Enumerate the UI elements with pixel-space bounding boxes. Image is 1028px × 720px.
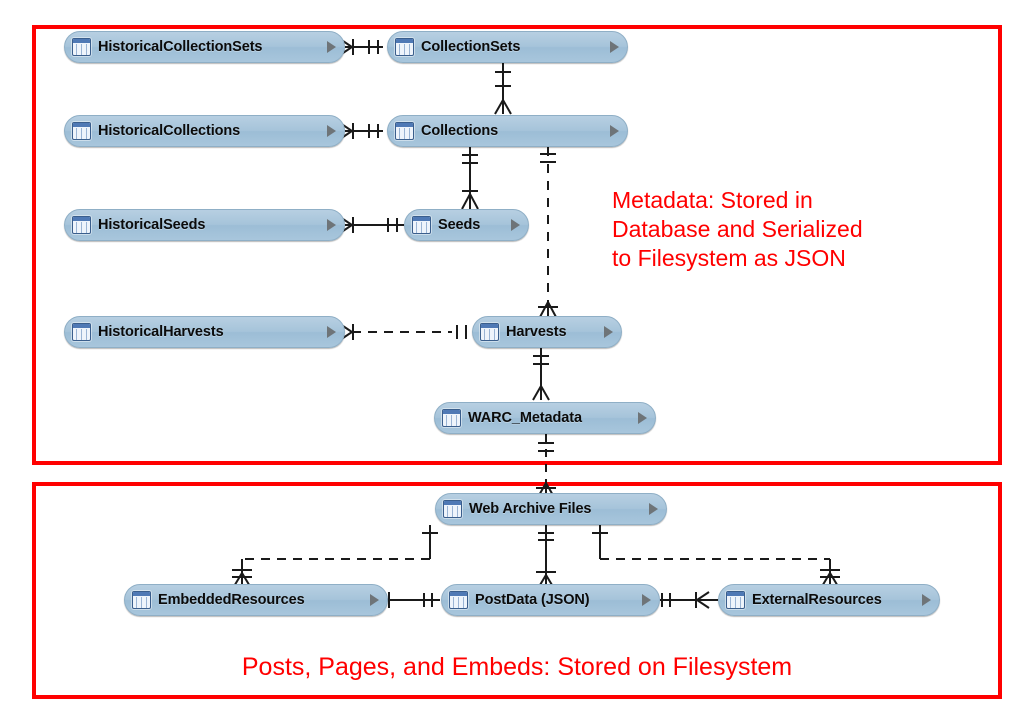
entity-label: WARC_Metadata [468, 410, 582, 426]
table-icon [72, 323, 91, 341]
disclosure-triangle-icon[interactable] [642, 594, 651, 606]
entity-label: HistoricalSeeds [98, 217, 206, 233]
table-icon [72, 122, 91, 140]
disclosure-triangle-icon[interactable] [649, 503, 658, 515]
disclosure-triangle-icon[interactable] [610, 41, 619, 53]
filesystem-annotation-text: Posts, Pages, and Embeds: Stored on File… [241, 653, 793, 681]
table-icon [480, 323, 499, 341]
diagram-canvas: HistoricalCollectionSets CollectionSets … [0, 0, 1028, 720]
disclosure-triangle-icon[interactable] [327, 125, 336, 137]
disclosure-triangle-icon[interactable] [327, 326, 336, 338]
entity-collections[interactable]: Collections [387, 115, 628, 147]
table-icon [72, 216, 91, 234]
entity-harvests[interactable]: Harvests [472, 316, 622, 348]
disclosure-triangle-icon[interactable] [370, 594, 379, 606]
table-icon [72, 38, 91, 56]
disclosure-triangle-icon[interactable] [610, 125, 619, 137]
entity-historical-seeds[interactable]: HistoricalSeeds [64, 209, 345, 241]
entity-external-resources[interactable]: ExternalResources [718, 584, 940, 616]
entity-label: Web Archive Files [469, 501, 592, 517]
disclosure-triangle-icon[interactable] [638, 412, 647, 424]
entity-post-data[interactable]: PostData (JSON) [441, 584, 660, 616]
entity-label: PostData (JSON) [475, 592, 590, 608]
entity-label: Harvests [506, 324, 567, 340]
metadata-annotation-text: Metadata: Stored in Database and Seriali… [612, 187, 863, 271]
entity-embedded-resources[interactable]: EmbeddedResources [124, 584, 388, 616]
table-icon [442, 409, 461, 427]
entity-label: Collections [421, 123, 499, 139]
table-icon [412, 216, 431, 234]
disclosure-triangle-icon[interactable] [511, 219, 520, 231]
entity-label: HistoricalHarvests [98, 324, 224, 340]
disclosure-triangle-icon[interactable] [327, 41, 336, 53]
entity-label: HistoricalCollectionSets [98, 39, 263, 55]
entity-historical-collections[interactable]: HistoricalCollections [64, 115, 345, 147]
entity-historical-collection-sets[interactable]: HistoricalCollectionSets [64, 31, 345, 63]
entity-label: ExternalResources [752, 592, 882, 608]
entity-warc-metadata[interactable]: WARC_Metadata [434, 402, 656, 434]
table-icon [443, 500, 462, 518]
entity-label: CollectionSets [421, 39, 521, 55]
entity-label: Seeds [438, 217, 481, 233]
table-icon [395, 122, 414, 140]
entity-collection-sets[interactable]: CollectionSets [387, 31, 628, 63]
table-icon [726, 591, 745, 609]
table-icon [132, 591, 151, 609]
table-icon [395, 38, 414, 56]
entity-historical-harvests[interactable]: HistoricalHarvests [64, 316, 345, 348]
disclosure-triangle-icon[interactable] [922, 594, 931, 606]
entity-web-archive-files[interactable]: Web Archive Files [435, 493, 667, 525]
disclosure-triangle-icon[interactable] [604, 326, 613, 338]
table-icon [449, 591, 468, 609]
entity-label: HistoricalCollections [98, 123, 241, 139]
entity-seeds[interactable]: Seeds [404, 209, 529, 241]
entity-label: EmbeddedResources [158, 592, 305, 608]
disclosure-triangle-icon[interactable] [327, 219, 336, 231]
